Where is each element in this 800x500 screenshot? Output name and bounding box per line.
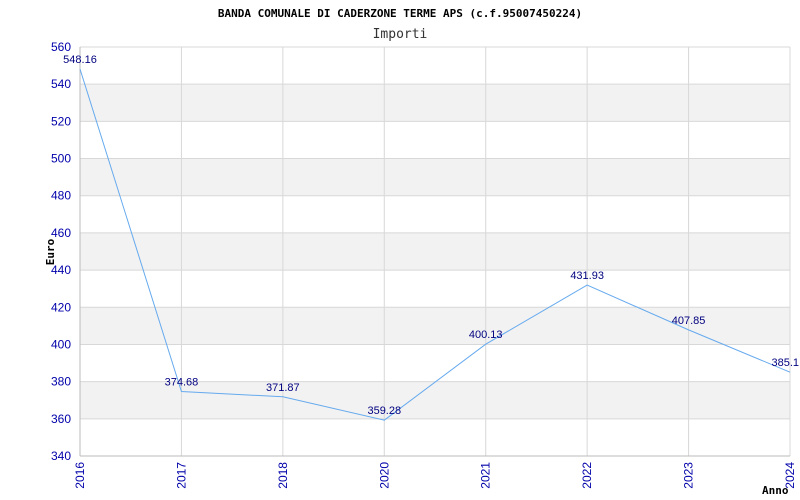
- y-tick-label: 360: [51, 412, 71, 426]
- x-tick-label: 2016: [73, 462, 87, 489]
- data-label: 371.87: [266, 382, 300, 394]
- data-label: 407.85: [672, 315, 706, 327]
- y-tick-label: 460: [51, 226, 71, 240]
- x-tick-label: 2020: [377, 462, 391, 489]
- x-axis-ticks: 2016 2017 2018 2020 2021 2022 2023 2024: [73, 462, 797, 489]
- y-tick-label: 480: [51, 189, 71, 203]
- grid-band: [80, 158, 790, 196]
- data-label: 359.28: [367, 405, 401, 417]
- data-label: 385.1: [771, 357, 799, 369]
- y-tick-label: 340: [51, 449, 71, 463]
- plot-background-bands: [80, 84, 790, 419]
- data-label: 548.16: [63, 54, 97, 66]
- x-tick-label: 2017: [174, 462, 188, 489]
- grid-band: [80, 232, 790, 271]
- data-label: 374.68: [165, 377, 199, 389]
- y-tick-label: 380: [51, 375, 71, 389]
- y-tick-label: 520: [51, 114, 71, 128]
- y-tick-label: 420: [51, 300, 71, 314]
- data-label: 431.93: [570, 270, 604, 282]
- x-tick-label: 2021: [479, 462, 493, 489]
- y-tick-label: 540: [51, 77, 71, 91]
- y-tick-label: 400: [51, 337, 71, 351]
- x-tick-label: 2023: [682, 462, 696, 489]
- y-axis-label: Euro: [44, 238, 57, 265]
- data-label: 400.13: [469, 329, 503, 341]
- chart-subtitle: Importi: [373, 27, 428, 42]
- line-chart: 340360380400420440460480500520540560 201…: [44, 7, 799, 497]
- y-tick-label: 560: [51, 40, 71, 54]
- grid-band: [80, 84, 790, 122]
- x-tick-label: 2022: [580, 462, 594, 489]
- y-tick-label: 500: [51, 152, 71, 166]
- x-axis-label: Anno: [762, 484, 789, 497]
- chart-title: BANDA COMUNALE DI CADERZONE TERME APS (c…: [218, 7, 582, 20]
- x-tick-label: 2018: [276, 462, 290, 489]
